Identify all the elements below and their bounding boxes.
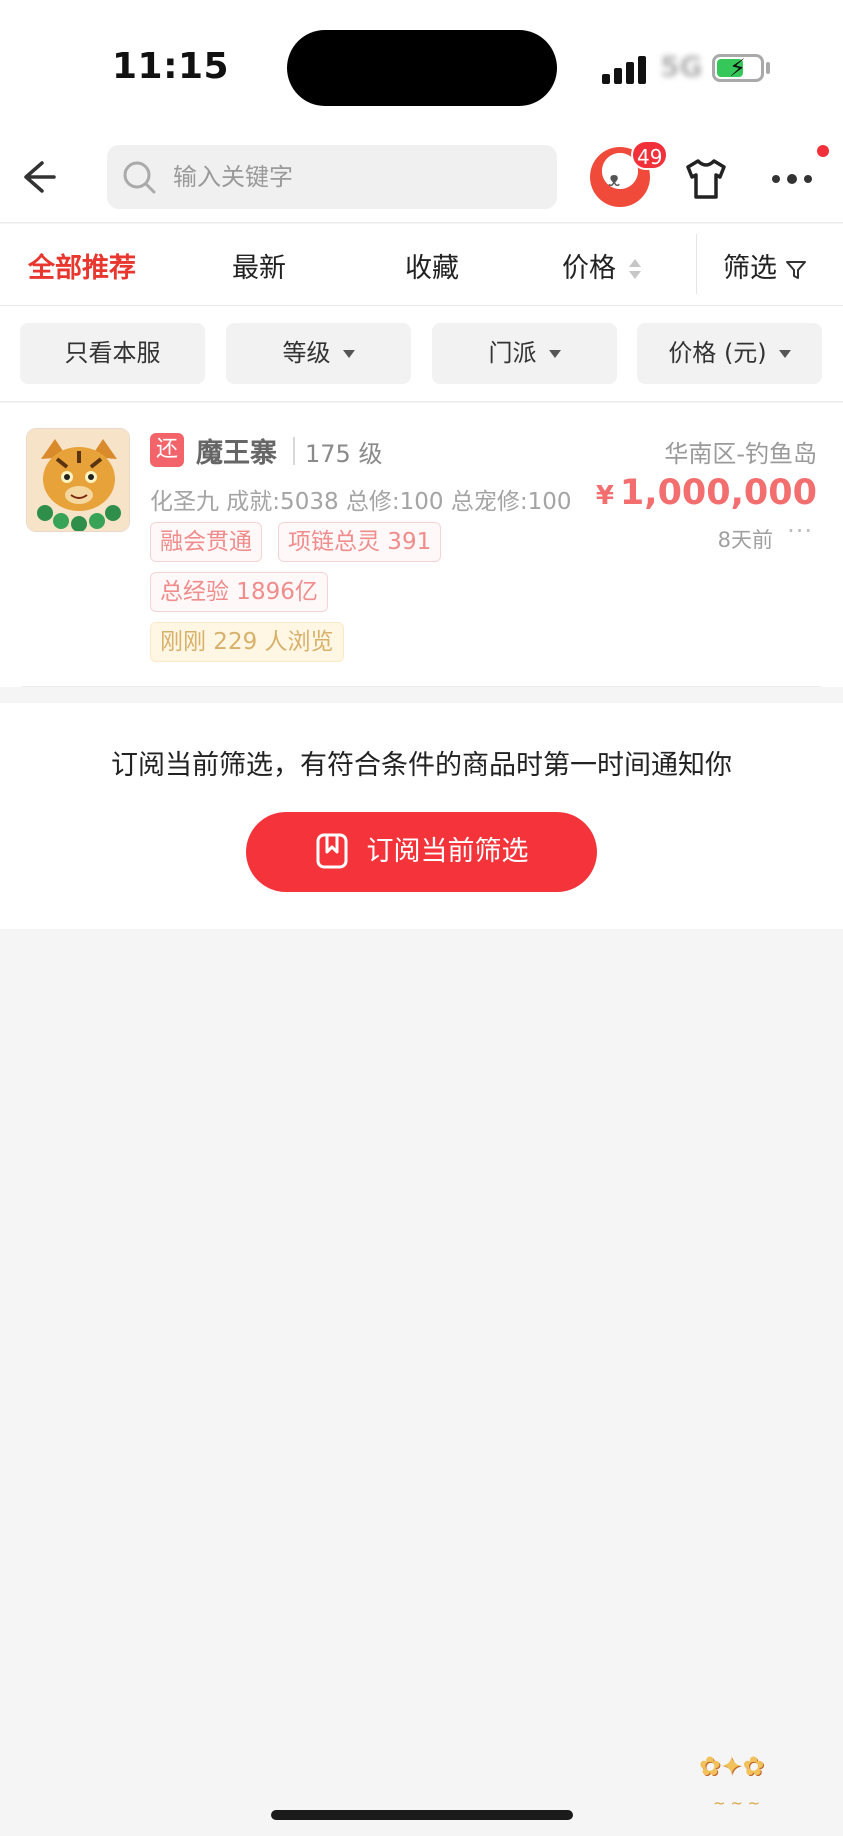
- listing-card[interactable]: 还 魔王寨 175 级 华南区-钓鱼岛 化圣九 成就:5038 总修:100 总…: [0, 403, 843, 687]
- currency-symbol: ¥: [595, 481, 614, 511]
- tab-price-label: 价格: [562, 253, 616, 284]
- filter-level-label: 等级: [282, 339, 331, 367]
- unread-dot: [817, 145, 829, 157]
- filter-bar: 只看本服 等级 门派 价格 (元): [0, 306, 843, 402]
- signal-icon: [602, 56, 648, 84]
- tab-favorites[interactable]: 收藏: [405, 246, 459, 285]
- filter-sect-label: 门派: [488, 339, 537, 367]
- tab-latest[interactable]: 最新: [232, 246, 286, 285]
- name-divider: [293, 437, 295, 465]
- listed-time: 8天前: [717, 528, 773, 552]
- server-name: 魔王寨: [196, 438, 277, 469]
- caret-down-icon: [342, 350, 355, 358]
- card-divider: [22, 686, 821, 687]
- tab-all-recommended[interactable]: 全部推荐: [28, 246, 136, 285]
- notification-badge: 49: [631, 140, 669, 170]
- shirt-icon[interactable]: [682, 155, 730, 203]
- status-time: 11:15: [112, 46, 230, 87]
- search-icon: [123, 161, 156, 194]
- network-label: 5G: [660, 50, 703, 83]
- filter-funnel-icon: [786, 260, 806, 279]
- character-thumbnail: [26, 428, 130, 532]
- subscribe-description: 订阅当前筛选，有符合条件的商品时第一时间通知你: [111, 750, 732, 781]
- tag-skill: 融会贯通: [150, 522, 262, 562]
- tab-price[interactable]: 价格: [562, 246, 642, 285]
- more-dots-icon[interactable]: ···: [787, 517, 813, 545]
- bookmark-icon: [316, 833, 347, 868]
- filter-price-label: 价格 (元): [668, 339, 767, 367]
- back-arrow-icon[interactable]: [14, 155, 58, 199]
- tag-experience: 总经验 1896亿: [150, 572, 328, 612]
- subscribe-section: 订阅当前筛选，有符合条件的商品时第一时间通知你 订阅当前筛选: [0, 703, 843, 929]
- caret-down-icon: [778, 350, 791, 358]
- listing-price: ¥1,000,000: [596, 473, 817, 513]
- search-input[interactable]: [173, 145, 543, 209]
- character-level: 175 级: [305, 440, 383, 468]
- search-box[interactable]: [107, 145, 557, 209]
- status-bar: 11:15 5G ⚡: [0, 0, 843, 135]
- more-options-icon[interactable]: [768, 159, 816, 199]
- status-badge: 还: [150, 433, 184, 467]
- tiger-character-image: [27, 429, 129, 531]
- battery-icon: ⚡: [712, 54, 764, 82]
- filter-level[interactable]: 等级: [226, 323, 411, 384]
- views-badge: 刚刚 229 人浏览: [150, 622, 344, 662]
- subscribe-button-label: 订阅当前筛选: [366, 836, 529, 867]
- filter-price-yuan[interactable]: 价格 (元): [637, 323, 822, 384]
- cat-face-icon: ᴥ: [608, 167, 621, 191]
- filter-sect[interactable]: 门派: [432, 323, 617, 384]
- watermark-logo-glyphs: ✿✦✿: [699, 1752, 765, 1782]
- tab-divider: [696, 234, 697, 294]
- watermark-flourish: ~ ~ ~: [713, 1794, 761, 1812]
- filter-same-server[interactable]: 只看本服: [20, 323, 205, 384]
- game-logo-watermark: ✿✦✿ ~ ~ ~: [695, 1748, 835, 1828]
- tab-filter-label: 筛选: [723, 253, 777, 284]
- home-indicator[interactable]: [271, 1810, 573, 1820]
- subscribe-button[interactable]: 订阅当前筛选: [246, 812, 597, 892]
- battery-tip: [766, 62, 770, 74]
- tab-filter[interactable]: 筛选: [723, 246, 807, 285]
- filter-same-server-label: 只看本服: [64, 339, 161, 367]
- character-stats: 化圣九 成就:5038 总修:100 总宠修:100: [150, 489, 572, 515]
- caret-down-icon: [548, 350, 561, 358]
- price-value: 1,000,000: [619, 473, 817, 513]
- dynamic-island: [287, 30, 557, 106]
- top-nav-bar: ᴥ 49: [0, 135, 843, 223]
- tag-necklace: 项链总灵 391: [278, 522, 442, 562]
- region-label: 华南区-钓鱼岛: [664, 440, 817, 468]
- sort-arrows-icon: [628, 258, 642, 281]
- tab-bar: 全部推荐 最新 收藏 价格 筛选: [0, 224, 843, 306]
